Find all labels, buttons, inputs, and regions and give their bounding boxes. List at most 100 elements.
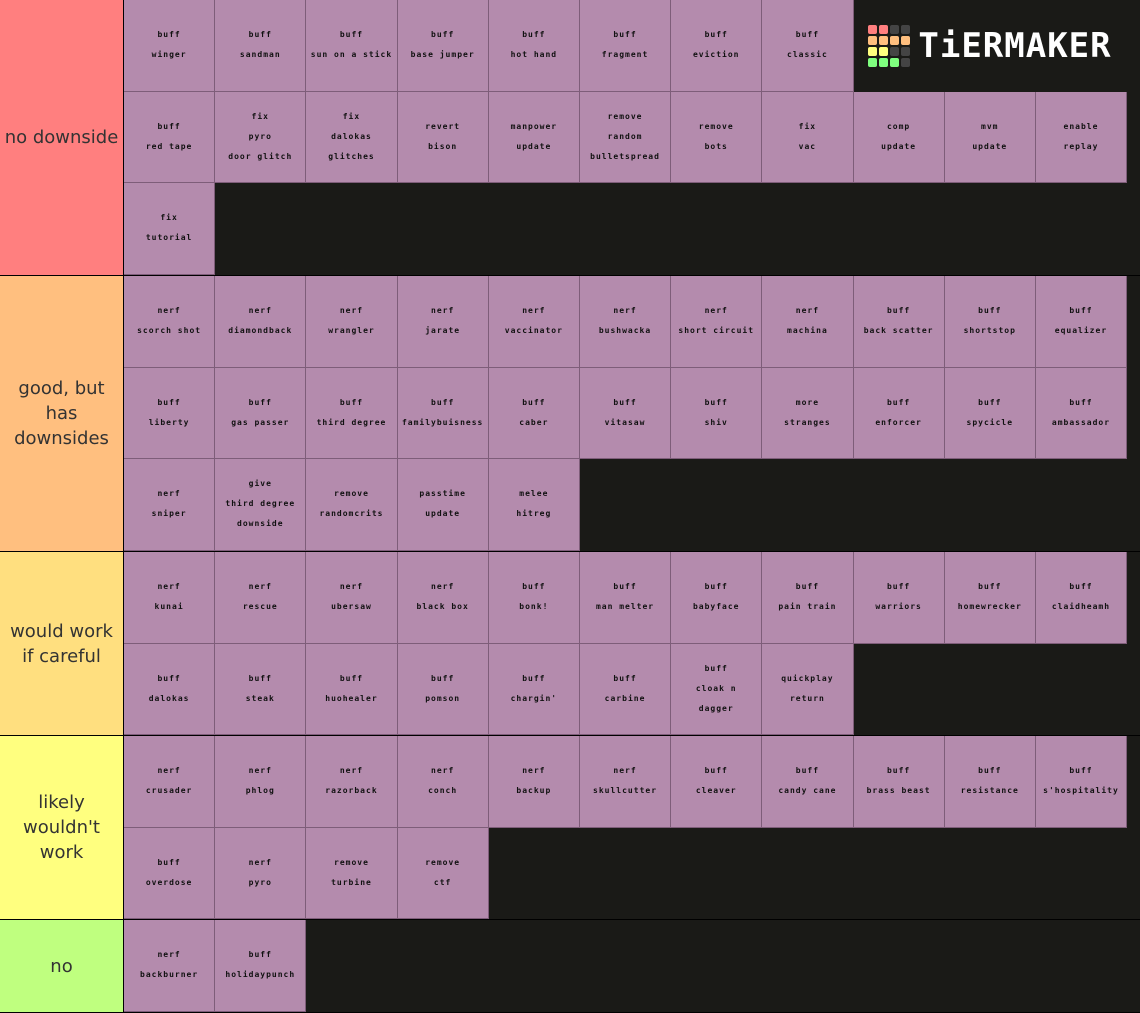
tier-item[interactable]: buff enforcer xyxy=(853,367,945,459)
tier-item[interactable]: nerf backup xyxy=(488,736,580,828)
tier-item[interactable]: give third degree downside xyxy=(215,459,307,551)
tier-item[interactable]: buff liberty xyxy=(124,367,216,459)
tier-item[interactable]: buff dalokas xyxy=(124,643,216,735)
tier-item[interactable]: fix dalokas glitches xyxy=(306,91,398,183)
tier-item[interactable]: buff base jumper xyxy=(397,0,489,92)
tier-item[interactable]: nerf short circuit xyxy=(671,276,763,368)
tier-item[interactable]: nerf kunai xyxy=(124,552,216,644)
tier-item[interactable]: buff brass beast xyxy=(853,736,945,828)
tier-item[interactable]: buff vitasaw xyxy=(579,367,672,459)
item-text: mvm xyxy=(981,121,999,131)
item-text: buff xyxy=(613,397,637,407)
tier-item[interactable]: buff familybuisness xyxy=(397,367,489,459)
tier-item[interactable]: buff babyface xyxy=(671,552,763,644)
tier-item[interactable]: buff chargin' xyxy=(488,643,580,735)
item-text: warriors xyxy=(875,602,922,612)
tier-item[interactable]: buff pomson xyxy=(397,643,489,735)
tier-item[interactable]: mvm update xyxy=(944,91,1036,183)
tier-item[interactable]: buff bonk! xyxy=(488,552,580,644)
tier-label[interactable]: no xyxy=(0,920,124,1012)
tier-item[interactable]: nerf phlog xyxy=(215,736,307,828)
tier-item[interactable]: buff man melter xyxy=(579,552,672,644)
tier-item[interactable]: buff equalizer xyxy=(1035,276,1128,368)
tier-item[interactable]: buff fragment xyxy=(579,0,672,92)
tier-item[interactable]: nerf razorback xyxy=(306,736,398,828)
tier-item[interactable]: remove turbine xyxy=(306,827,398,919)
tier-item[interactable]: buff eviction xyxy=(671,0,763,92)
tier-item[interactable]: buff shiv xyxy=(671,367,763,459)
tier-item[interactable]: nerf skullcutter xyxy=(579,736,672,828)
tier-label[interactable]: would work if careful xyxy=(0,552,124,735)
tier-item[interactable]: buff sandman xyxy=(215,0,307,92)
tier-item[interactable]: buff winger xyxy=(124,0,216,92)
tier-item[interactable]: more stranges xyxy=(762,367,854,459)
tier-item[interactable]: nerf crusader xyxy=(124,736,216,828)
tier-item[interactable]: nerf ubersaw xyxy=(306,552,398,644)
tier-item[interactable]: buff steak xyxy=(215,643,307,735)
item-text: holidaypunch xyxy=(225,970,296,980)
tier-item[interactable]: buff spycicle xyxy=(944,367,1036,459)
tier-item[interactable]: melee hitreg xyxy=(488,459,580,551)
tier-item[interactable]: nerf vaccinator xyxy=(488,276,580,368)
tier-item[interactable]: buff red tape xyxy=(124,91,216,183)
tier-item[interactable]: nerf black box xyxy=(397,552,489,644)
tier-item[interactable]: buff hot hand xyxy=(488,0,580,92)
tier-item[interactable]: revert bison xyxy=(397,91,489,183)
tier-item[interactable]: buff warriors xyxy=(853,552,945,644)
item-text: nerf xyxy=(248,306,272,316)
tier-item[interactable]: nerf sniper xyxy=(124,459,216,551)
item-text: nerf xyxy=(431,306,455,316)
tier-item[interactable]: quickplay return xyxy=(762,643,854,735)
tier-item[interactable]: nerf backburner xyxy=(124,920,216,1012)
tier-item[interactable]: buff claidheamh xyxy=(1035,552,1128,644)
tier-item[interactable]: fix vac xyxy=(762,91,854,183)
tier-item[interactable]: buff third degree xyxy=(306,367,398,459)
tier-item[interactable]: buff caber xyxy=(488,367,580,459)
tier-item[interactable]: nerf conch xyxy=(397,736,489,828)
tier-label[interactable]: good, but has downsides xyxy=(0,276,124,551)
tier-item[interactable]: fix tutorial xyxy=(124,183,216,275)
tier-item[interactable]: buff classic xyxy=(762,0,854,92)
tier-item[interactable]: manpower update xyxy=(488,91,580,183)
tier-item[interactable]: nerf diamondback xyxy=(215,276,307,368)
tier-item[interactable]: nerf bushwacka xyxy=(579,276,672,368)
tier-item[interactable]: nerf jarate xyxy=(397,276,489,368)
tier-item[interactable]: buff homewrecker xyxy=(944,552,1036,644)
item-text: buff xyxy=(431,30,455,40)
tier-item[interactable]: remove random bulletspread xyxy=(579,91,672,183)
tier-item[interactable]: buff overdose xyxy=(124,827,216,919)
tier-item[interactable]: buff ambassador xyxy=(1035,367,1128,459)
tier-label[interactable]: likely wouldn't work xyxy=(0,736,124,919)
tier-item[interactable]: buff sun on a stick xyxy=(306,0,398,92)
item-text: vitasaw xyxy=(604,417,646,427)
tier-item[interactable]: nerf scorch shot xyxy=(124,276,216,368)
tier-item[interactable]: passtime update xyxy=(397,459,489,551)
tier-item[interactable]: buff holidaypunch xyxy=(215,920,307,1012)
item-text: buff xyxy=(248,950,272,960)
tier-item[interactable]: buff resistance xyxy=(944,736,1036,828)
item-text: fix xyxy=(251,111,269,121)
tier-label[interactable]: no downside xyxy=(0,0,124,275)
item-text: buff xyxy=(704,663,728,673)
tier-item[interactable]: nerf pyro xyxy=(215,827,307,919)
tier-item[interactable]: buff pain train xyxy=(762,552,854,644)
tier-item[interactable]: nerf wrangler xyxy=(306,276,398,368)
tier-item[interactable]: buff cleaver xyxy=(671,736,763,828)
tier-item[interactable]: nerf rescue xyxy=(215,552,307,644)
tier-item[interactable]: comp update xyxy=(853,91,945,183)
tier-item[interactable]: remove bots xyxy=(671,91,763,183)
tier-item[interactable]: buff candy cane xyxy=(762,736,854,828)
tier-item[interactable]: buff s'hospitality xyxy=(1035,736,1128,828)
tier-item[interactable]: nerf machina xyxy=(762,276,854,368)
tier-item[interactable]: remove randomcrits xyxy=(306,459,398,551)
tier-item[interactable]: buff gas passer xyxy=(215,367,307,459)
tier-item[interactable]: fix pyro door glitch xyxy=(215,91,307,183)
tier-item[interactable]: enable replay xyxy=(1035,91,1128,183)
tier-item[interactable]: buff huohealer xyxy=(306,643,398,735)
tier-item[interactable]: buff back scatter xyxy=(853,276,945,368)
tier-item[interactable]: buff shortstop xyxy=(944,276,1036,368)
tier-item[interactable]: buff cloak n dagger xyxy=(671,643,763,735)
item-text: classic xyxy=(787,50,828,60)
tier-item[interactable]: remove ctf xyxy=(397,827,489,919)
tier-item[interactable]: buff carbine xyxy=(579,643,672,735)
